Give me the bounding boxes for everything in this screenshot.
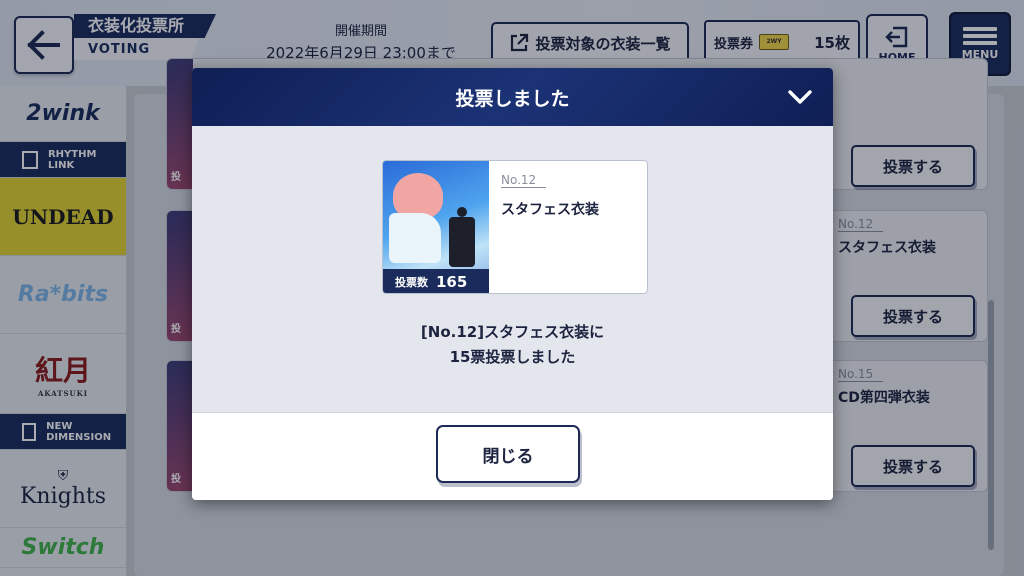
vote-count-label: 投票数 — [395, 276, 428, 289]
dialog-title: 投票しました — [455, 87, 570, 110]
vote-count-bar: 投票数 165 — [383, 269, 489, 293]
vote-complete-dialog: 投票しました 投票数 165 No.12 スタフェス衣装 [No.12]スタフェ… — [192, 68, 833, 500]
costume-number: No.12 — [501, 173, 547, 188]
costume-outfit-image — [449, 207, 475, 267]
dialog-body: 投票数 165 No.12 スタフェス衣装 [No.12]スタフェス衣装に 15… — [192, 126, 833, 412]
dialog-header: 投票しました — [192, 68, 833, 126]
voted-costume-card: 投票数 165 No.12 スタフェス衣装 — [382, 160, 648, 294]
costume-name: スタフェス衣装 — [501, 202, 599, 218]
close-button[interactable]: 閉じる — [436, 425, 580, 483]
vote-result-message: [No.12]スタフェス衣装に 15票投票しました — [420, 323, 605, 366]
vote-count-value: 165 — [436, 273, 468, 291]
dialog-footer: 閉じる — [192, 412, 833, 500]
chevron-down-icon[interactable] — [787, 86, 813, 108]
costume-thumbnail: 投票数 165 — [383, 161, 489, 293]
